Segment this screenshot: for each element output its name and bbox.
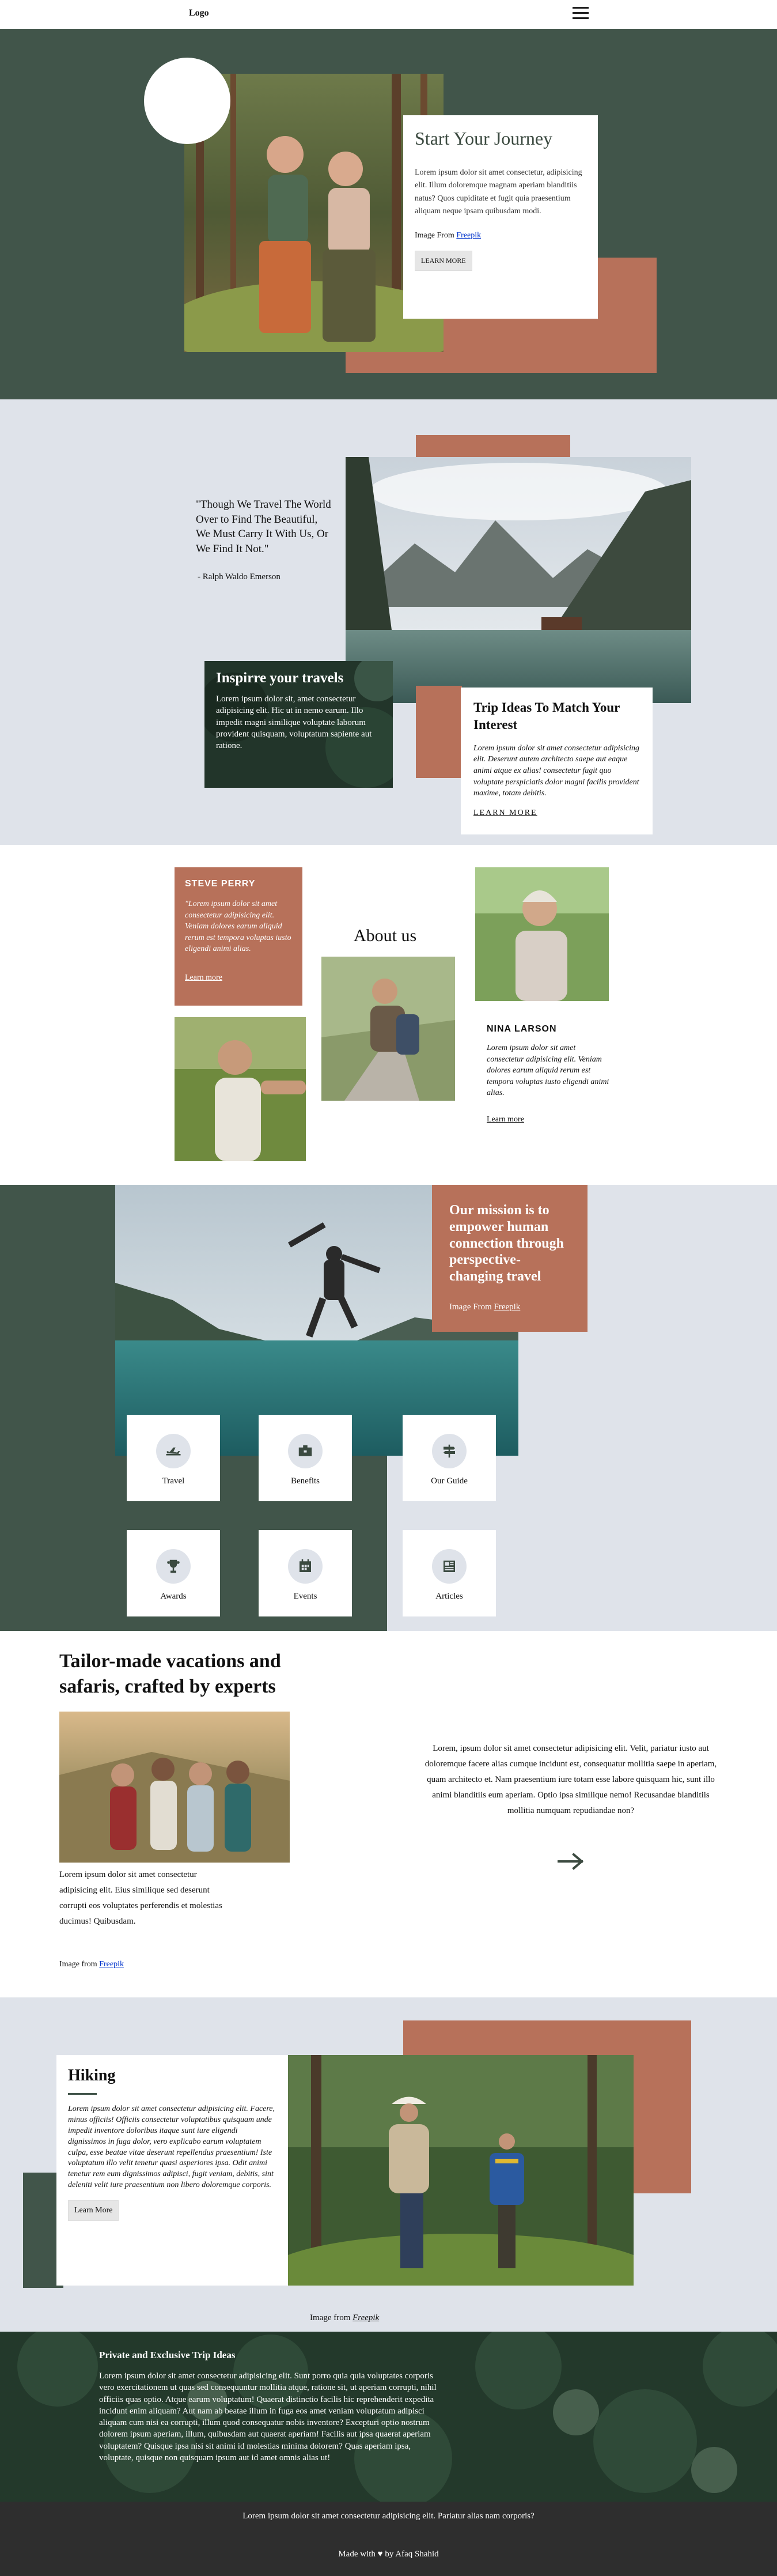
quote-text: "Though We Travel The World Over to Find…: [196, 498, 331, 555]
mission-credit: Image From Freepik: [449, 1302, 570, 1312]
private-trips-title: Private and Exclusive Trip Ideas: [99, 2350, 236, 2360]
steve-perry-card: STEVE PERRY "Lorem ipsum dolor sit amet …: [175, 867, 302, 1006]
inspire-travels-title: Inspirre your travels: [216, 670, 344, 686]
newspaper-icon: [432, 1549, 467, 1584]
hero-card: Start Your Journey Lorem ipsum dolor sit…: [403, 115, 598, 319]
trophy-icon: [156, 1549, 191, 1584]
logo[interactable]: Logo: [189, 8, 209, 18]
nina-photo: [475, 867, 609, 1001]
tailor-credit-prefix: Image from: [59, 1960, 97, 1969]
tile-label: Events: [293, 1592, 317, 1601]
tile-awards[interactable]: Awards: [127, 1530, 220, 1616]
nina-larson-block: NINA LARSON Lorem ipsum dolor sit amet c…: [487, 1024, 613, 1124]
mission-card: Our mission is to empower human connecti…: [432, 1185, 588, 1332]
steve-learn-more-link[interactable]: Learn more: [185, 973, 222, 982]
calendar-icon: [288, 1549, 323, 1584]
hamburger-menu-icon[interactable]: [573, 7, 589, 20]
about-title: About us: [354, 926, 417, 945]
hero-credit-link[interactable]: Freepik: [456, 231, 481, 240]
airplane-icon: [156, 1434, 191, 1468]
mountain-lake-image: [346, 457, 691, 703]
hiking-divider: [68, 2093, 97, 2095]
inspire-travels-block: Inspirre your travels Lorem ipsum dolor …: [216, 670, 383, 751]
tile-label: Travel: [162, 1476, 185, 1486]
mission-credit-prefix: Image From: [449, 1302, 492, 1312]
mission-title: Our mission is to empower human connecti…: [449, 1203, 564, 1285]
tile-articles[interactable]: Articles: [403, 1530, 496, 1616]
footer-credit: Made with ♥ by Afaq Shahid: [0, 2549, 777, 2559]
accent-block-side: [416, 686, 462, 778]
trip-ideas-text: Lorem ipsum dolor sit amet consectetur a…: [473, 743, 640, 798]
mission-credit-link[interactable]: Freepik: [494, 1302, 520, 1312]
tailor-text: Lorem ipsum dolor sit amet consectetur a…: [59, 1870, 222, 1926]
quote-author: - Ralph Waldo Emerson: [198, 572, 281, 581]
tailor-credit: Image from Freepik: [59, 1960, 124, 1969]
tile-label: Awards: [160, 1592, 187, 1601]
tile-label: Articles: [435, 1592, 463, 1601]
tile-label: Benefits: [291, 1476, 320, 1486]
briefcase-icon: [288, 1434, 323, 1468]
site-footer: Lorem ipsum dolor sit amet consectetur a…: [0, 2502, 777, 2576]
hiking-image: [288, 2055, 634, 2286]
nina-name: NINA LARSON: [487, 1024, 557, 1034]
hiking-learn-more-button[interactable]: Learn More: [68, 2200, 119, 2222]
hiking-credit: Image from Freepik: [310, 2313, 379, 2323]
heart-icon: ♥: [377, 2549, 383, 2559]
steve-text: "Lorem ipsum dolor sit amet consectetur …: [185, 900, 291, 954]
tile-our-guide[interactable]: Our Guide: [403, 1415, 496, 1501]
hero-learn-more-button[interactable]: LEARN MORE: [415, 250, 472, 271]
steve-name: STEVE PERRY: [185, 879, 256, 889]
tile-label: Our Guide: [431, 1476, 468, 1486]
hero-title: Start Your Journey: [415, 128, 553, 149]
hiking-card: Hiking Lorem ipsum dolor sit amet consec…: [56, 2055, 288, 2286]
steve-photo: [175, 1017, 306, 1161]
arrow-right-icon[interactable]: [554, 1850, 589, 1873]
hiking-title: Hiking: [68, 2067, 116, 2084]
footer-made-suffix: by Afaq Shahid: [385, 2549, 439, 2559]
hero-credit: Image From Freepik: [415, 231, 586, 240]
signpost-icon: [432, 1434, 467, 1468]
trip-ideas-title: Trip Ideas To Match Your Interest: [473, 700, 620, 732]
nina-text: Lorem ipsum dolor sit amet consectetur a…: [487, 1044, 609, 1098]
inspire-travels-text: Lorem ipsum dolor sit, amet consectetur …: [216, 694, 372, 750]
hiking-text: Lorem ipsum dolor sit amet consectetur a…: [68, 2105, 275, 2190]
private-trips-block: Private and Exclusive Trip Ideas Lorem i…: [99, 2350, 445, 2464]
hero-text: Lorem ipsum dolor sit amet consectetur, …: [415, 168, 582, 216]
hiking-credit-link[interactable]: Freepik: [353, 2313, 379, 2322]
tailor-credit-link[interactable]: Freepik: [99, 1960, 124, 1969]
private-trips-text: Lorem ipsum dolor sit amet consectetur a…: [99, 2371, 437, 2462]
tile-events[interactable]: Events: [259, 1530, 352, 1616]
hiking-credit-prefix: Image from: [310, 2313, 351, 2322]
footer-text: Lorem ipsum dolor sit amet consectetur a…: [242, 2511, 535, 2521]
nina-learn-more-link[interactable]: Learn more: [487, 1115, 524, 1124]
trip-ideas-learn-more-link[interactable]: LEARN MORE: [473, 809, 537, 817]
tile-travel[interactable]: Travel: [127, 1415, 220, 1501]
friends-image: [59, 1712, 290, 1863]
trip-ideas-card: Trip Ideas To Match Your Interest Lorem …: [461, 688, 653, 834]
hero-credit-prefix: Image From: [415, 231, 454, 240]
tailor-right-text: Lorem, ipsum dolor sit amet consectetur …: [424, 1744, 717, 1815]
tailor-title: Tailor-made vacations and safaris, craft…: [59, 1650, 281, 1698]
tile-benefits[interactable]: Benefits: [259, 1415, 352, 1501]
site-header: Logo: [0, 0, 777, 29]
hiker-photo: [321, 957, 455, 1101]
hero-circle-decoration: [144, 58, 230, 144]
footer-made-prefix: Made with: [338, 2549, 376, 2559]
